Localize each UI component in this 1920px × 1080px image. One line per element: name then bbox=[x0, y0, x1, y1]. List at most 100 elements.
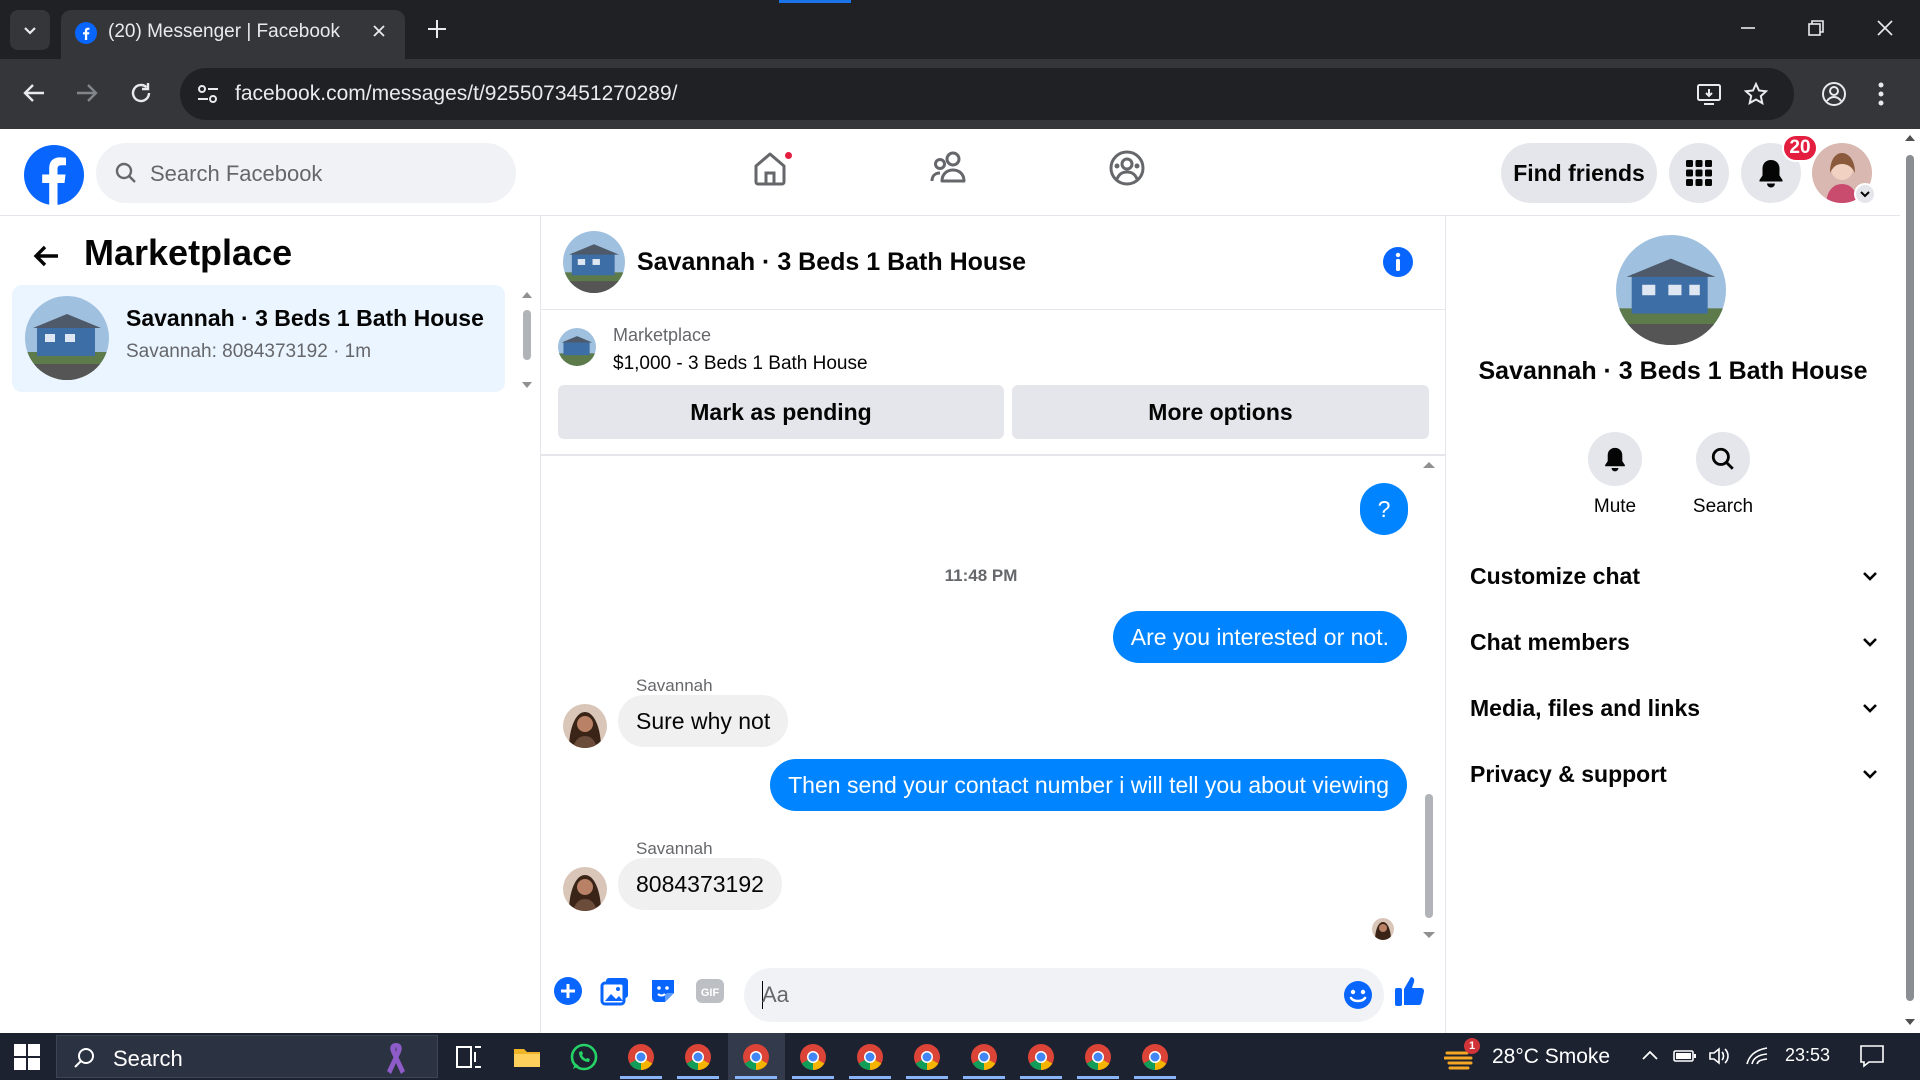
add-attachment-icon[interactable] bbox=[553, 976, 583, 1006]
conversation-item[interactable]: Savannah · 3 Beds 1 Bath House Savannah:… bbox=[12, 285, 505, 392]
windows-start-icon[interactable] bbox=[14, 1044, 40, 1070]
conversation-name: Savannah · 3 Beds 1 Bath House bbox=[126, 305, 484, 331]
running-indicator bbox=[1020, 1076, 1062, 1079]
tab-title: (20) Messenger | Facebook bbox=[108, 21, 340, 42]
friends-icon[interactable] bbox=[929, 149, 969, 187]
menu-button[interactable] bbox=[1669, 143, 1729, 203]
chrome-icon[interactable] bbox=[1082, 1041, 1114, 1073]
notification-center-icon[interactable] bbox=[1859, 1044, 1885, 1068]
tab-search-button[interactable] bbox=[10, 10, 50, 50]
chat-scrollbar[interactable] bbox=[1421, 460, 1437, 940]
taskbar-search[interactable]: Search bbox=[56, 1035, 438, 1078]
minimize-icon[interactable] bbox=[1738, 18, 1758, 38]
section-chat-members[interactable]: Chat members bbox=[1470, 619, 1880, 665]
forward-icon[interactable] bbox=[73, 79, 101, 107]
section-media-files-links[interactable]: Media, files and links bbox=[1470, 685, 1880, 731]
chrome-icon[interactable] bbox=[682, 1041, 714, 1073]
back-arrow-icon[interactable] bbox=[30, 240, 62, 272]
battery-icon[interactable] bbox=[1673, 1046, 1697, 1066]
account-chevron[interactable] bbox=[1854, 183, 1876, 205]
facebook-search-bar[interactable]: Search Facebook bbox=[96, 143, 516, 203]
chat-info-avatar[interactable] bbox=[1616, 235, 1726, 345]
section-customize-chat[interactable]: Customize chat bbox=[1470, 553, 1880, 599]
back-icon[interactable] bbox=[20, 79, 48, 107]
incoming-message[interactable]: Sure why not bbox=[618, 695, 789, 747]
task-view-icon[interactable] bbox=[453, 1041, 485, 1073]
running-indicator bbox=[1077, 1076, 1119, 1079]
chat-header: Savannah · 3 Beds 1 Bath House bbox=[541, 216, 1446, 310]
outgoing-message[interactable]: Are you interested or not. bbox=[1112, 611, 1407, 663]
info-icon[interactable] bbox=[1381, 245, 1415, 279]
sender-avatar[interactable] bbox=[563, 704, 607, 748]
chevron-down-icon bbox=[1863, 638, 1877, 647]
find-friends-button[interactable]: Find friends bbox=[1501, 143, 1657, 203]
close-tab-icon[interactable] bbox=[371, 23, 387, 39]
site-info-icon[interactable] bbox=[196, 83, 220, 105]
chrome-icon[interactable] bbox=[968, 1041, 1000, 1073]
thumbs-up-icon[interactable] bbox=[1393, 973, 1429, 1009]
menu-dots-icon[interactable] bbox=[1876, 80, 1886, 108]
section-privacy-support[interactable]: Privacy & support bbox=[1470, 751, 1880, 797]
search-conversation-button[interactable]: Search bbox=[1668, 432, 1778, 518]
left-panel-scrollbar[interactable] bbox=[520, 290, 534, 390]
file-explorer-icon[interactable] bbox=[511, 1041, 543, 1073]
outgoing-message[interactable]: ? bbox=[1360, 483, 1408, 535]
outgoing-message[interactable]: Then send your contact number i will tel… bbox=[770, 759, 1407, 811]
reload-icon[interactable] bbox=[127, 79, 155, 107]
close-window-icon[interactable] bbox=[1875, 18, 1895, 38]
sender-name: Savannah bbox=[636, 839, 713, 858]
chrome-icon[interactable] bbox=[625, 1041, 657, 1073]
chat-avatar[interactable] bbox=[563, 231, 625, 293]
mark-as-pending-button[interactable]: Mark as pending bbox=[558, 385, 1004, 439]
install-app-icon[interactable] bbox=[1696, 81, 1722, 107]
awareness-ribbon-icon bbox=[387, 1043, 405, 1074]
mute-button[interactable]: Mute bbox=[1560, 432, 1670, 518]
windows-taskbar: Search 1 28°C Smoke 23:53 bbox=[0, 1033, 1920, 1080]
clock[interactable]: 23:53 bbox=[1785, 1045, 1830, 1066]
message-input[interactable]: Aa bbox=[744, 968, 1384, 1022]
chevron-down-icon bbox=[1863, 770, 1877, 779]
restore-icon[interactable] bbox=[1806, 18, 1826, 38]
chrome-icon[interactable] bbox=[740, 1041, 772, 1073]
chat-title[interactable]: Savannah · 3 Beds 1 Bath House bbox=[637, 248, 1026, 277]
bell-icon bbox=[1759, 160, 1783, 188]
weather-text: 28°C Smoke bbox=[1492, 1045, 1611, 1068]
svg-text:GIF: GIF bbox=[701, 987, 720, 999]
show-hidden-icons-icon[interactable] bbox=[1640, 1046, 1660, 1066]
groups-icon[interactable] bbox=[1108, 149, 1146, 187]
more-options-button[interactable]: More options bbox=[1012, 385, 1429, 439]
whatsapp-icon[interactable] bbox=[568, 1041, 600, 1073]
taskbar-search-placeholder: Search bbox=[113, 1046, 183, 1071]
profile-icon[interactable] bbox=[1820, 80, 1848, 108]
page-scrollbar[interactable] bbox=[1900, 129, 1920, 1033]
notification-count-badge: 20 bbox=[1782, 134, 1818, 162]
chrome-icon[interactable] bbox=[911, 1041, 943, 1073]
chat-info-name: Savannah · 3 Beds 1 Bath House bbox=[1478, 357, 1868, 385]
listing-price[interactable]: $1,000 - 3 Beds 1 Bath House bbox=[613, 353, 868, 375]
sender-avatar[interactable] bbox=[563, 867, 607, 911]
home-notification-dot bbox=[783, 150, 794, 161]
photo-icon[interactable] bbox=[600, 976, 630, 1006]
gif-icon[interactable]: GIF bbox=[695, 976, 725, 1006]
chrome-icon[interactable] bbox=[854, 1041, 886, 1073]
emoji-icon[interactable] bbox=[1342, 979, 1374, 1011]
conversation-preview: Savannah: 8084373192 · 1m bbox=[126, 341, 372, 362]
facebook-logo-icon[interactable] bbox=[24, 145, 84, 205]
chrome-icon[interactable] bbox=[1025, 1041, 1057, 1073]
new-tab-icon[interactable] bbox=[424, 16, 450, 42]
volume-icon[interactable] bbox=[1708, 1046, 1732, 1066]
chrome-icon[interactable] bbox=[1139, 1041, 1171, 1073]
incoming-message[interactable]: 8084373192 bbox=[618, 858, 782, 910]
chat-info-panel: Savannah · 3 Beds 1 Bath House Mute Sear… bbox=[1446, 216, 1900, 1033]
chevron-down-icon bbox=[1863, 572, 1877, 581]
sticker-icon[interactable] bbox=[648, 976, 678, 1006]
grid-menu-icon bbox=[1686, 160, 1712, 186]
chrome-icon[interactable] bbox=[797, 1041, 829, 1073]
bookmark-star-icon[interactable] bbox=[1743, 81, 1769, 107]
listing-avatar bbox=[25, 296, 109, 380]
chat-panel: Savannah · 3 Beds 1 Bath House Marketpla… bbox=[541, 216, 1446, 1033]
address-bar[interactable]: facebook.com/messages/t/9255073451270289… bbox=[180, 68, 1794, 120]
wifi-icon[interactable] bbox=[1745, 1046, 1769, 1066]
mute-label: Mute bbox=[1593, 496, 1637, 517]
browser-tab[interactable]: (20) Messenger | Facebook bbox=[61, 10, 405, 59]
